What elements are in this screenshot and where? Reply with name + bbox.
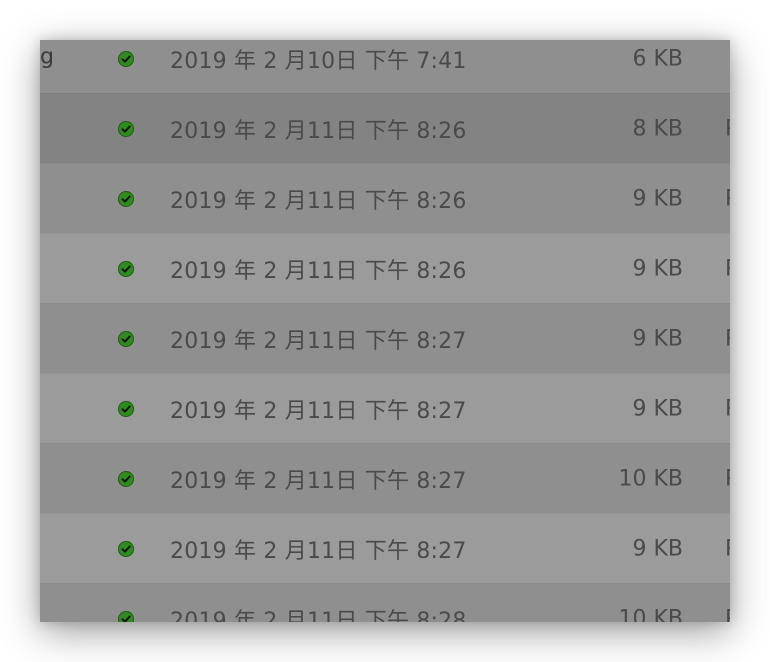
table-row[interactable]: 2019 年 2 月11日 下午 8:27 9 KB P — [40, 303, 730, 373]
date-modified-cell: 2019 年 2 月11日 下午 8:26 — [170, 258, 467, 284]
file-name-cell: g — [40, 44, 54, 69]
kind-cell: P — [725, 326, 730, 351]
date-modified-cell: 2019 年 2 月11日 下午 8:27 — [170, 398, 467, 424]
checkmark-circle-icon — [118, 260, 134, 277]
table-row[interactable]: 2019 年 2 月11日 下午 8:26 9 KB P — [40, 233, 730, 303]
size-cell: 8 KB — [632, 116, 683, 141]
checkmark-circle-icon — [118, 190, 134, 207]
size-cell: 9 KB — [632, 536, 683, 561]
date-modified-cell: 2019 年 2 月11日 下午 8:26 — [170, 188, 467, 214]
checkmark-circle-icon — [118, 330, 134, 347]
checkmark-circle-icon — [118, 610, 134, 622]
checkmark-circle-icon — [118, 120, 134, 137]
checkmark-circle-icon — [118, 400, 134, 417]
size-cell: 10 KB — [618, 606, 683, 622]
table-row[interactable]: g 2019 年 2 月10日 下午 7:41 6 KB — [40, 40, 730, 93]
table-row[interactable]: 2019 年 2 月11日 下午 8:27 9 KB P — [40, 373, 730, 443]
size-cell: 9 KB — [632, 326, 683, 351]
table-row[interactable]: 2019 年 2 月11日 下午 8:27 10 KB P — [40, 443, 730, 513]
size-cell: 9 KB — [632, 256, 683, 281]
date-modified-cell: 2019 年 2 月11日 下午 8:26 — [170, 118, 467, 144]
size-cell: 6 KB — [632, 46, 683, 71]
kind-cell: P — [725, 606, 730, 622]
table-row[interactable]: 2019 年 2 月11日 下午 8:27 9 KB P — [40, 513, 730, 583]
size-cell: 9 KB — [632, 186, 683, 211]
file-list-window: g 2019 年 2 月10日 下午 7:41 6 KB 2019 年 2 月11日 … — [40, 40, 730, 622]
kind-cell: P — [725, 466, 730, 491]
table-row[interactable]: 2019 年 2 月11日 下午 8:26 9 KB P — [40, 163, 730, 233]
kind-cell: P — [725, 536, 730, 561]
table-row[interactable]: 2019 年 2 月11日 下午 8:28 10 KB P — [40, 583, 730, 622]
date-modified-cell: 2019 年 2 月11日 下午 8:28 — [170, 608, 467, 623]
size-cell: 9 KB — [632, 396, 683, 421]
checkmark-circle-icon — [118, 470, 134, 487]
date-modified-cell: 2019 年 2 月11日 下午 8:27 — [170, 328, 467, 354]
size-cell: 10 KB — [618, 466, 683, 491]
kind-cell: P — [725, 116, 730, 141]
date-modified-cell: 2019 年 2 月11日 下午 8:27 — [170, 538, 467, 564]
date-modified-cell: 2019 年 2 月11日 下午 8:27 — [170, 468, 467, 494]
date-modified-cell: 2019 年 2 月10日 下午 7:41 — [170, 48, 467, 74]
table-row[interactable]: 2019 年 2 月11日 下午 8:26 8 KB P — [40, 93, 730, 163]
kind-cell: P — [725, 396, 730, 421]
kind-cell: P — [725, 256, 730, 281]
checkmark-circle-icon — [118, 540, 134, 557]
checkmark-circle-icon — [118, 50, 134, 67]
kind-cell: P — [725, 186, 730, 211]
